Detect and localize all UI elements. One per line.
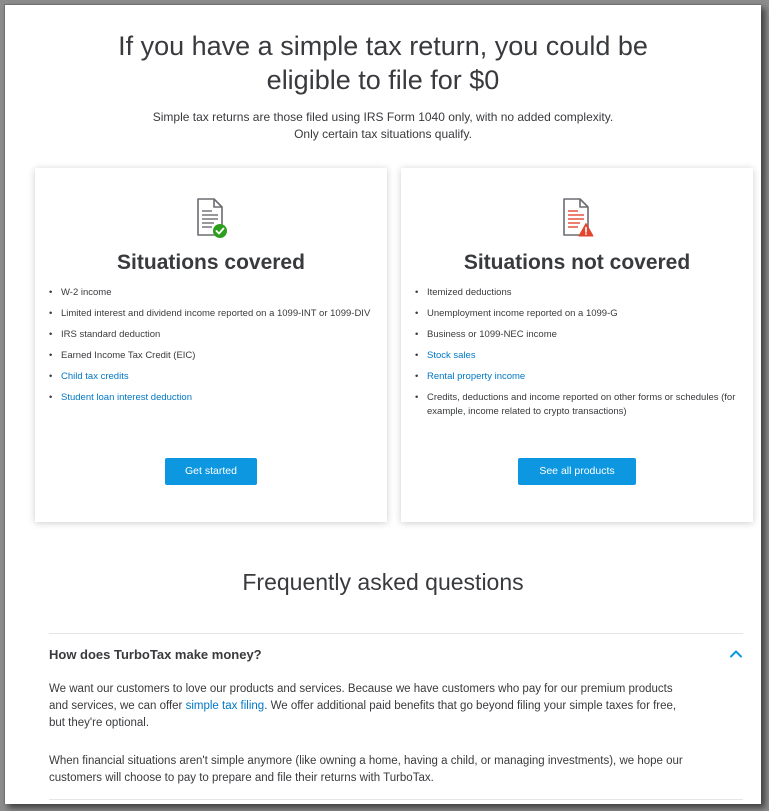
situations-covered-card: Situations covered W-2 income Limited in…: [35, 168, 387, 522]
hero-title: If you have a simple tax return, you cou…: [5, 29, 761, 97]
stock-sales-link[interactable]: Stock sales: [415, 349, 741, 363]
faq-title: Frequently asked questions: [242, 569, 524, 595]
faq-answer-paragraph-1: We want our customers to love our produc…: [49, 683, 677, 729]
faq-question: How does TurboTax make money?: [49, 647, 262, 662]
page-frame: If you have a simple tax return, you cou…: [4, 4, 761, 804]
faq-answer-paragraph-2: When financial situations aren't simple …: [49, 755, 683, 784]
document-warning-icon: [563, 198, 594, 237]
document-check-icon: [197, 198, 227, 238]
get-started-button[interactable]: Get started: [165, 458, 257, 485]
hero-subtitle: Simple tax returns are those filed using…: [5, 109, 761, 143]
situations-covered-list: W-2 income Limited interest and dividend…: [49, 286, 375, 412]
list-item: W-2 income: [49, 286, 375, 300]
divider: [49, 633, 743, 634]
chevron-up-icon[interactable]: [729, 649, 743, 659]
child-tax-credits-link[interactable]: Child tax credits: [49, 370, 375, 384]
list-item: Business or 1099-NEC income: [415, 328, 741, 342]
situations-not-covered-title: Situations not covered: [463, 251, 691, 274]
list-item: Earned Income Tax Credit (EIC): [49, 349, 375, 363]
list-item: Unemployment income reported on a 1099-G: [415, 307, 741, 321]
student-loan-interest-link[interactable]: Student loan interest deduction: [49, 391, 375, 405]
hero-subtitle-line2: Only certain tax situations qualify.: [294, 127, 472, 141]
hero-title-line1: If you have a simple tax return, you cou…: [118, 31, 648, 61]
list-item: Credits, deductions and income reported …: [415, 391, 741, 419]
situations-not-covered-card: Situations not covered Itemized deductio…: [401, 168, 753, 522]
see-all-products-button[interactable]: See all products: [518, 458, 636, 485]
hero-subtitle-line1: Simple tax returns are those filed using…: [152, 110, 614, 124]
situations-not-covered-list: Itemized deductions Unemployment income …: [415, 286, 741, 426]
rental-property-income-link[interactable]: Rental property income: [415, 370, 741, 384]
list-item: IRS standard deduction: [49, 328, 375, 342]
divider: [49, 799, 743, 800]
situations-covered-title: Situations covered: [117, 251, 305, 274]
hero-title-line2: eligible to file for $0: [266, 65, 500, 95]
simple-tax-filing-link[interactable]: simple tax filing: [186, 700, 265, 712]
list-item: Limited interest and dividend income rep…: [49, 307, 375, 321]
list-item: Itemized deductions: [415, 286, 741, 300]
faq-question-toggle[interactable]: How does TurboTax make money?: [49, 639, 743, 669]
